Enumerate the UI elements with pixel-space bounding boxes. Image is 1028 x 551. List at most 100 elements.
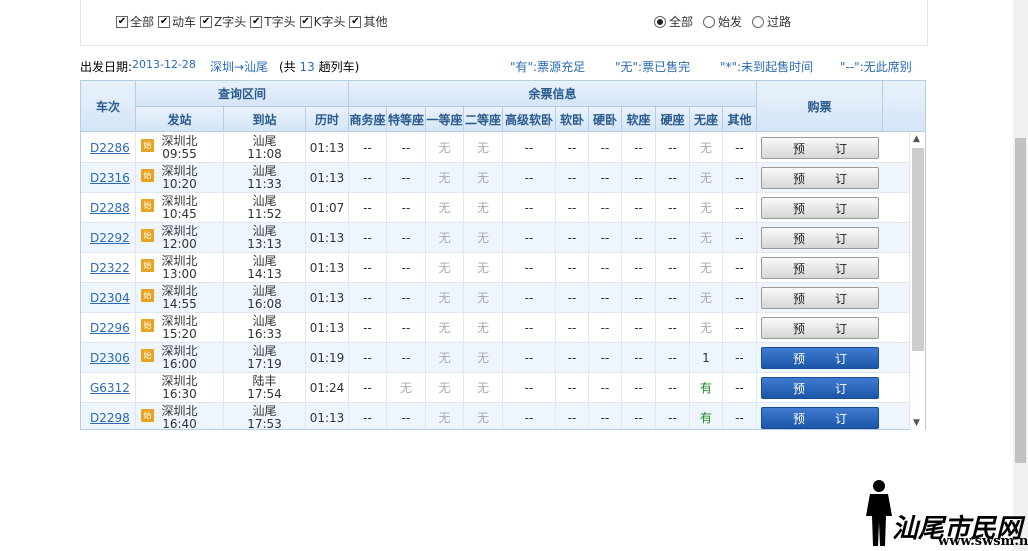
checkbox-check-icon[interactable]: ✔ bbox=[250, 15, 263, 28]
seat-availability: 无 bbox=[464, 283, 503, 313]
seat-availability: -- bbox=[503, 343, 556, 373]
seat-availability: -- bbox=[556, 193, 589, 223]
seat-availability: 无 bbox=[426, 373, 464, 403]
seat-availability: 无 bbox=[690, 223, 723, 253]
seat-availability: -- bbox=[503, 163, 556, 193]
seat-availability: -- bbox=[723, 193, 757, 223]
legend-sold-out: "无":票已售完 bbox=[615, 60, 691, 74]
train-number-link[interactable]: G6312 bbox=[81, 373, 136, 403]
book-button[interactable]: 预订 bbox=[761, 347, 879, 369]
seat-availability: -- bbox=[349, 373, 387, 403]
filter-radio-2[interactable]: 过路 bbox=[752, 13, 791, 30]
seat-availability: -- bbox=[503, 403, 556, 429]
checkbox-check-icon[interactable]: ✔ bbox=[299, 15, 312, 28]
arrive-cell: 汕尾 14:13 bbox=[224, 253, 306, 283]
book-button[interactable]: 预订 bbox=[761, 167, 879, 189]
duration-cell: 01:13 bbox=[306, 253, 349, 283]
seat-availability: -- bbox=[349, 163, 387, 193]
seat-availability: -- bbox=[622, 283, 656, 313]
train-number-link[interactable]: D2316 bbox=[81, 163, 136, 193]
header-seat-5: 软卧 bbox=[556, 107, 589, 132]
train-number-link[interactable]: D2296 bbox=[81, 313, 136, 343]
seat-availability: 无 bbox=[690, 283, 723, 313]
header-seat-2: 一等座 bbox=[426, 107, 464, 132]
book-button[interactable]: 预订 bbox=[761, 317, 879, 339]
filter-radio-0[interactable]: 全部 bbox=[654, 13, 693, 30]
watermark-url: www.swsm.net bbox=[938, 534, 1028, 549]
table-row: D2322 始深圳北 13:00 汕尾 14:13 01:13 -- -- 无无 -- -- -- --… bbox=[81, 253, 911, 283]
train-number-link[interactable]: D2298 bbox=[81, 403, 136, 429]
ticket-table: 车次 查询区间 发站 到站 历时 余票信息 商务座 特等座 一等座 二等座 高级软卧 软卧… bbox=[80, 80, 926, 430]
book-button[interactable]: 预订 bbox=[761, 137, 879, 159]
train-number-link[interactable]: D2306 bbox=[81, 343, 136, 373]
checkbox-check-icon[interactable]: ✔ bbox=[158, 15, 171, 28]
radio-circle-icon[interactable] bbox=[654, 15, 666, 28]
duration-cell: 01:13 bbox=[306, 223, 349, 253]
seat-availability: 有 bbox=[690, 373, 723, 403]
train-number-link[interactable]: D2286 bbox=[81, 133, 136, 163]
filter-checkbox-2[interactable]: ✔ Z字头 bbox=[200, 13, 246, 30]
train-number-link[interactable]: D2304 bbox=[81, 283, 136, 313]
depart-time: 12:00 bbox=[162, 237, 197, 251]
seat-availability: 无 bbox=[464, 343, 503, 373]
header-remaining: 余票信息 bbox=[349, 81, 757, 107]
scroll-down-icon[interactable]: ▼ bbox=[913, 418, 920, 428]
arrive-time: 17:53 bbox=[247, 417, 282, 430]
duration-cell: 01:13 bbox=[306, 133, 349, 163]
checkbox-check-icon[interactable]: ✔ bbox=[116, 15, 128, 28]
page-scroll-thumb[interactable] bbox=[1015, 138, 1026, 463]
seat-availability: 无 bbox=[426, 403, 464, 429]
checkbox-label: 全部 bbox=[130, 15, 155, 29]
seat-availability: -- bbox=[387, 133, 426, 163]
seat-availability: -- bbox=[656, 253, 690, 283]
filter-radio-1[interactable]: 始发 bbox=[703, 13, 742, 30]
train-number-link[interactable]: D2292 bbox=[81, 223, 136, 253]
book-button[interactable]: 预订 bbox=[761, 407, 879, 429]
filter-checkbox-0[interactable]: ✔ 全部 bbox=[116, 13, 154, 30]
train-number-link[interactable]: D2322 bbox=[81, 253, 136, 283]
filter-checkbox-4[interactable]: ✔ K字头 bbox=[299, 13, 345, 30]
arrive-time: 16:33 bbox=[247, 327, 282, 341]
radio-circle-icon[interactable] bbox=[752, 15, 765, 28]
radio-label: 始发 bbox=[718, 15, 743, 29]
arrive-cell: 汕尾 17:19 bbox=[224, 343, 306, 373]
train-count: (共 13 趟列车) bbox=[279, 58, 359, 75]
checkbox-check-icon[interactable]: ✔ bbox=[349, 15, 362, 28]
book-button[interactable]: 预订 bbox=[761, 257, 879, 279]
header-seat-0: 商务座 bbox=[349, 107, 387, 132]
filter-checkbox-3[interactable]: ✔ T字头 bbox=[250, 13, 296, 30]
filter-checkbox-5[interactable]: ✔ 其他 bbox=[349, 13, 388, 30]
seat-availability: -- bbox=[622, 253, 656, 283]
book-button[interactable]: 预订 bbox=[761, 197, 879, 219]
book-button[interactable]: 预订 bbox=[761, 227, 879, 249]
seat-availability: -- bbox=[622, 403, 656, 429]
seat-availability: 无 bbox=[464, 133, 503, 163]
seat-availability: -- bbox=[503, 283, 556, 313]
checkbox-check-icon[interactable]: ✔ bbox=[200, 15, 213, 28]
table-row: D2304 始深圳北 14:55 汕尾 16:08 01:13 -- -- 无无 -- -- -- --… bbox=[81, 283, 911, 313]
seat-availability: 无 bbox=[690, 313, 723, 343]
filter-bar: ✔ 全部 ✔ 动车 ✔ Z字头 ✔ T字头 ✔ K字头 ✔ 其他 全部 始发 过路 bbox=[80, 0, 928, 46]
table-scrollbar[interactable]: ▲ ▼ bbox=[909, 132, 925, 430]
seat-availability: -- bbox=[589, 403, 622, 429]
seat-availability: -- bbox=[622, 313, 656, 343]
seat-availability: 有 bbox=[690, 403, 723, 429]
train-number-link[interactable]: D2288 bbox=[81, 193, 136, 223]
table-row: G6312 深圳北 16:30 陆丰 17:54 01:24 -- 无无无 -- -- -- -- --… bbox=[81, 373, 911, 403]
origin-badge-icon: 始 bbox=[141, 289, 154, 302]
filter-checkbox-1[interactable]: ✔ 动车 bbox=[158, 13, 196, 30]
depart-cell: 始深圳北 09:55 bbox=[136, 133, 224, 163]
scroll-thumb[interactable] bbox=[912, 148, 924, 351]
book-button[interactable]: 预订 bbox=[761, 287, 879, 309]
departure-date: 2013-12-28 bbox=[132, 58, 196, 71]
seat-availability: -- bbox=[503, 223, 556, 253]
book-button[interactable]: 预订 bbox=[761, 377, 879, 399]
depart-time: 15:20 bbox=[162, 327, 197, 341]
header-seat-4: 高级软卧 bbox=[503, 107, 556, 132]
duration-cell: 01:13 bbox=[306, 163, 349, 193]
scroll-up-icon[interactable]: ▲ bbox=[913, 134, 920, 144]
page-scrollbar[interactable] bbox=[1013, 0, 1028, 551]
arrive-time: 16:08 bbox=[247, 297, 282, 311]
date-label: 出发日期: bbox=[80, 60, 133, 74]
radio-circle-icon[interactable] bbox=[703, 15, 716, 28]
